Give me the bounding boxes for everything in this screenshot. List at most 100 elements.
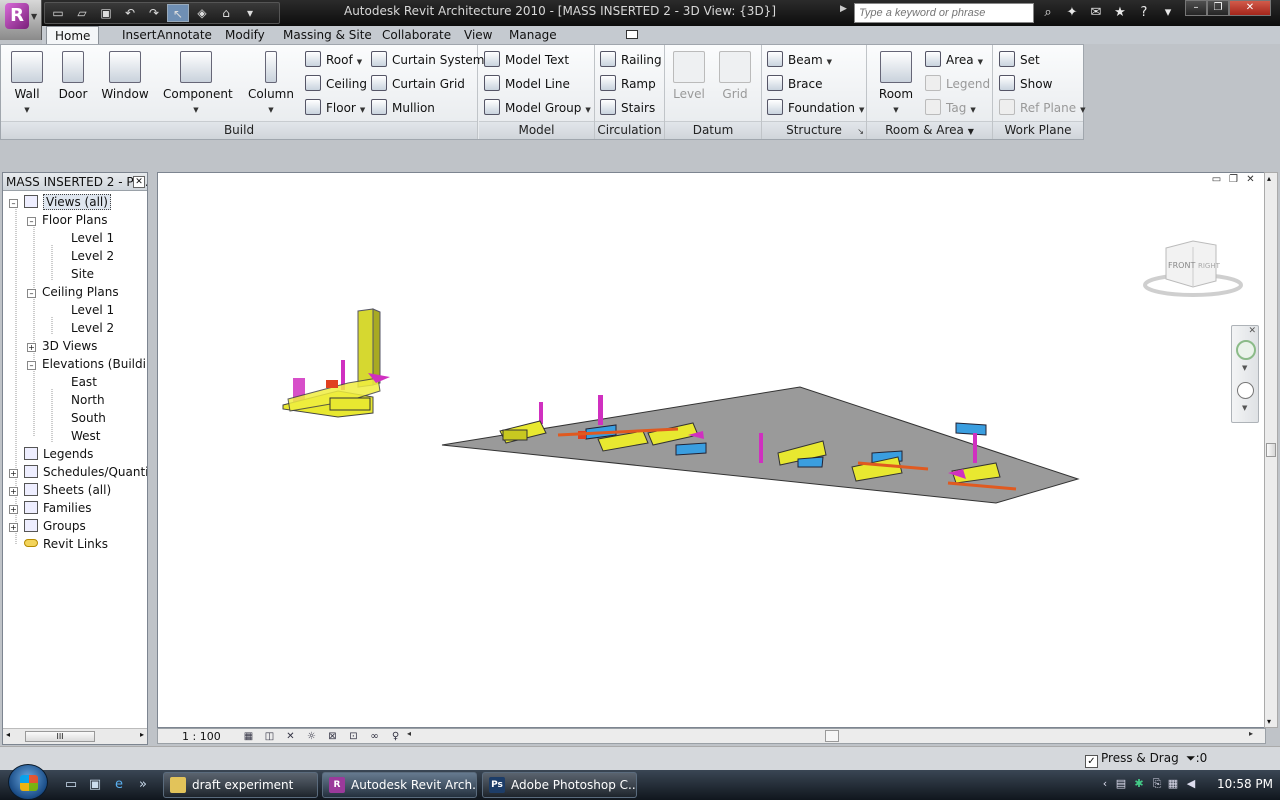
scroll-right-icon[interactable]: ▸ — [1249, 729, 1253, 738]
internet-explorer-icon[interactable]: e — [110, 776, 128, 794]
scroll-left-icon[interactable]: ◂ — [407, 729, 411, 738]
detail-level-icon[interactable]: ▦ — [238, 731, 259, 743]
tree-legends[interactable]: Legends — [9, 445, 93, 463]
curtain-grid-button[interactable]: Curtain Grid — [371, 74, 465, 94]
shadows-off-icon[interactable]: ✕ — [280, 731, 301, 743]
viewcube[interactable]: FRONT RIGHT — [1143, 240, 1243, 297]
task-draft-experiment[interactable]: draft experiment — [163, 772, 318, 798]
tree-ceiling-level-1[interactable]: Level 1 — [71, 301, 114, 319]
door-button[interactable]: Door — [47, 49, 99, 101]
view-scale[interactable]: 1 : 100 — [182, 729, 221, 744]
view-vertical-scrollbar[interactable]: ▴ ▾ — [1264, 172, 1278, 728]
tree-ceiling-level-2[interactable]: Level 2 — [71, 319, 114, 337]
tab-massing-site[interactable]: Massing & Site — [275, 26, 380, 44]
ceiling-button[interactable]: Ceiling — [305, 74, 367, 94]
3d-view-canvas[interactable]: FRONT RIGHT — [157, 172, 1266, 728]
expand-icon[interactable]: + — [27, 343, 36, 352]
task-revit[interactable]: R Autodesk Revit Arch... — [322, 772, 477, 798]
scrollbar-thumb[interactable] — [1266, 443, 1276, 457]
sun-path-icon[interactable]: ☼ — [301, 731, 322, 743]
communication-icon[interactable]: ✉ — [1084, 3, 1108, 23]
mullion-button[interactable]: Mullion — [371, 98, 435, 118]
more-icon[interactable]: » — [134, 776, 152, 794]
default-3d-icon[interactable]: ⌂ — [215, 4, 237, 22]
expand-icon[interactable]: + — [9, 505, 18, 514]
help-icon[interactable]: ? — [1132, 3, 1156, 23]
tab-annotate[interactable]: Annotate — [149, 26, 220, 44]
search-input[interactable] — [854, 3, 1034, 23]
area-button[interactable]: Area ▼ — [925, 50, 983, 70]
stairs-button[interactable]: Stairs — [600, 98, 655, 118]
ref-plane-button[interactable]: Ref Plane ▼ — [999, 98, 1086, 118]
visual-style-icon[interactable]: ◫ — [259, 731, 280, 743]
minimize-button[interactable]: – — [1185, 0, 1207, 16]
scrollbar-thumb[interactable] — [825, 730, 839, 742]
tree-north[interactable]: North — [71, 391, 105, 409]
tree-sheets[interactable]: + Sheets (all) — [9, 481, 111, 499]
tree-views-all[interactable]: – Views (all) — [9, 193, 111, 211]
expand-icon[interactable]: + — [9, 469, 18, 478]
restore-button[interactable]: ❐ — [1207, 0, 1229, 16]
window-button[interactable]: Window — [99, 49, 151, 101]
tree-floor-level-2[interactable]: Level 2 — [71, 247, 114, 265]
selection-filter[interactable]: ⏷:0 — [1186, 751, 1207, 766]
undo-icon[interactable]: ↶ — [119, 4, 141, 22]
model-line-button[interactable]: Model Line — [484, 74, 570, 94]
scroll-down-icon[interactable]: ▾ — [1267, 717, 1271, 726]
collapse-icon[interactable]: – — [27, 217, 36, 226]
collapse-icon[interactable]: – — [27, 361, 36, 370]
tab-collaborate[interactable]: Collaborate — [374, 26, 459, 44]
tree-families[interactable]: + Families — [9, 499, 91, 517]
tree-east[interactable]: East — [71, 373, 97, 391]
scroll-right-icon[interactable]: ▸ — [140, 730, 144, 739]
close-button[interactable]: ✕ — [1229, 0, 1271, 16]
tab-modify[interactable]: Modify — [217, 26, 273, 44]
tag-button[interactable]: Tag ▼ — [925, 98, 976, 118]
switch-windows-icon[interactable]: ▣ — [86, 776, 104, 794]
favorites-star-icon[interactable]: ★ — [1108, 3, 1132, 23]
expand-icon[interactable]: + — [9, 523, 18, 532]
minimize-ribbon-icon[interactable] — [626, 30, 638, 39]
open-icon[interactable]: ▱ — [71, 4, 93, 22]
tree-ceiling-plans[interactable]: – Ceiling Plans — [27, 283, 119, 301]
restore-icon[interactable]: ❐ — [1227, 175, 1240, 186]
column-button[interactable]: Column ▼ — [245, 49, 297, 115]
curtain-system-button[interactable]: Curtain System — [371, 50, 484, 70]
zoom-icon[interactable] — [1237, 382, 1254, 399]
grid-button[interactable]: Grid — [711, 49, 759, 101]
tray-expand-icon[interactable]: ‹ — [1098, 777, 1112, 791]
panel-title[interactable]: Room & Area ▼ — [867, 121, 992, 139]
modify-pointer-icon[interactable]: ↖ — [167, 4, 189, 22]
tab-home[interactable]: Home — [46, 26, 100, 44]
crop-view-icon[interactable]: ⊠ — [322, 731, 343, 743]
search-expand-icon[interactable]: ▶ — [840, 4, 852, 22]
clock[interactable]: 10:58 PM — [1217, 777, 1273, 791]
scrollbar-thumb[interactable]: III — [25, 731, 95, 742]
tab-manage[interactable]: Manage — [501, 26, 565, 44]
tree-floor-level-1[interactable]: Level 1 — [71, 229, 114, 247]
ramp-button[interactable]: Ramp — [600, 74, 656, 94]
show-button[interactable]: Show — [999, 74, 1052, 94]
wall-button[interactable]: Wall ▼ — [1, 49, 53, 115]
model-group-button[interactable]: Model Group ▼ — [484, 98, 591, 118]
roof-button[interactable]: Roof ▼ — [305, 50, 362, 70]
checkbox-checked-icon[interactable]: ✓ — [1085, 755, 1098, 768]
tree-elevations[interactable]: – Elevations (Buildin — [27, 355, 147, 373]
application-menu-button[interactable]: R ▼ — [0, 0, 42, 40]
bluetooth-icon[interactable]: ✱ — [1132, 777, 1146, 791]
tree-revit-links[interactable]: Revit Links — [9, 535, 108, 553]
printer-icon[interactable]: ▤ — [1114, 777, 1128, 791]
steering-wheel-icon[interactable] — [1236, 340, 1256, 360]
browser-horizontal-scrollbar[interactable]: ◂ III ▸ — [3, 728, 147, 744]
minimize-icon[interactable]: ▭ — [1210, 175, 1223, 186]
help-dropdown-icon[interactable]: ▾ — [1156, 3, 1180, 23]
tree-schedules[interactable]: + Schedules/Quantit — [9, 463, 147, 481]
tree-south[interactable]: South — [71, 409, 106, 427]
tree-3d-views[interactable]: +3D Views — [27, 337, 97, 355]
show-desktop-icon[interactable]: ▭ — [62, 776, 80, 794]
level-button[interactable]: Level — [665, 49, 713, 101]
binoculars-icon[interactable]: ⌕ — [1036, 3, 1060, 23]
reveal-hidden-icon[interactable]: ♀ — [385, 731, 406, 743]
view-horizontal-scrollbar[interactable]: ◂ ▸ — [405, 729, 1255, 743]
tree-site[interactable]: Site — [71, 265, 94, 283]
